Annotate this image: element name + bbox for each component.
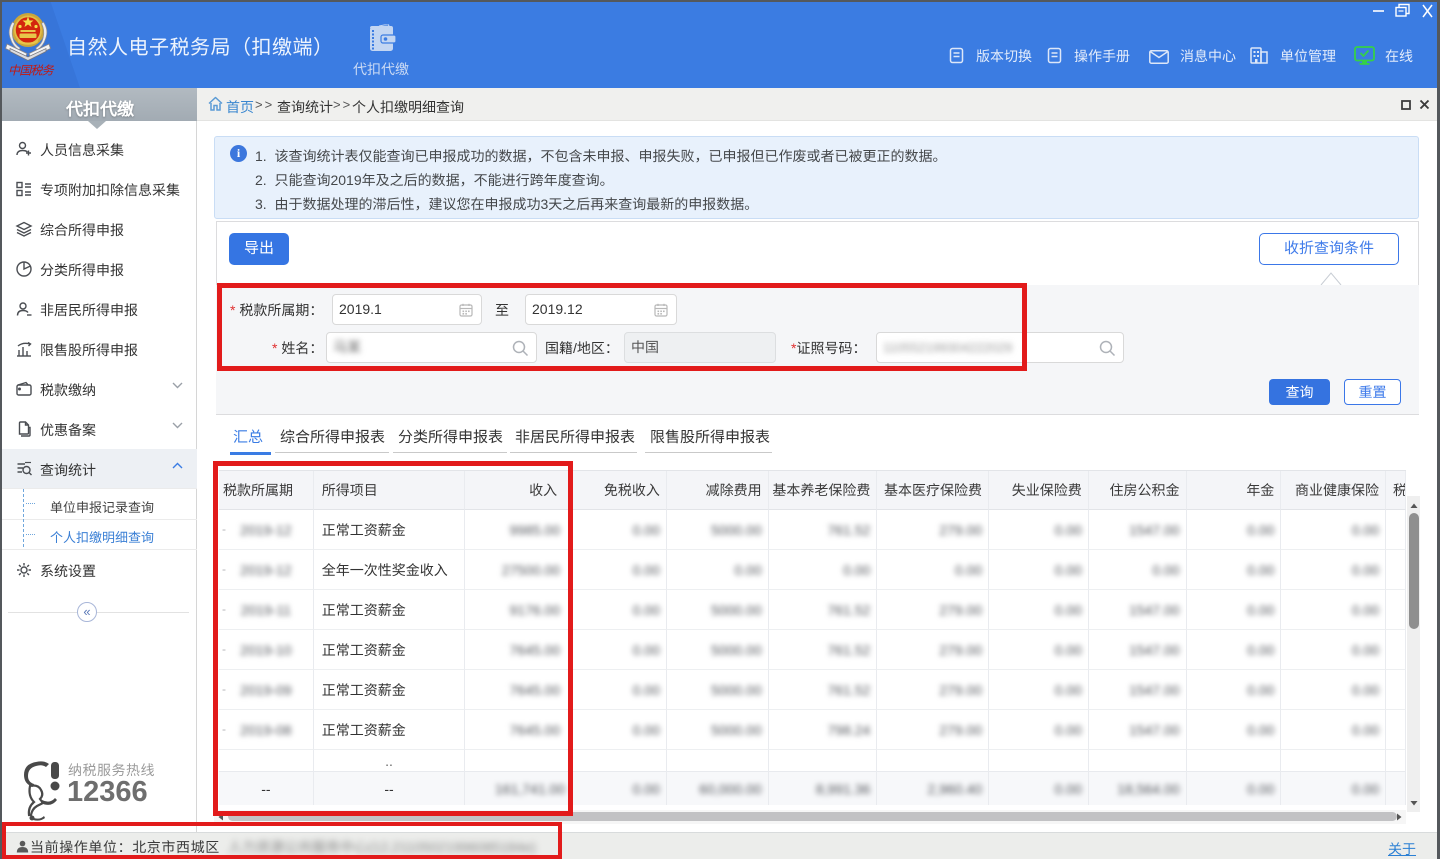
svg-text:中国税务: 中国税务 bbox=[8, 62, 55, 79]
